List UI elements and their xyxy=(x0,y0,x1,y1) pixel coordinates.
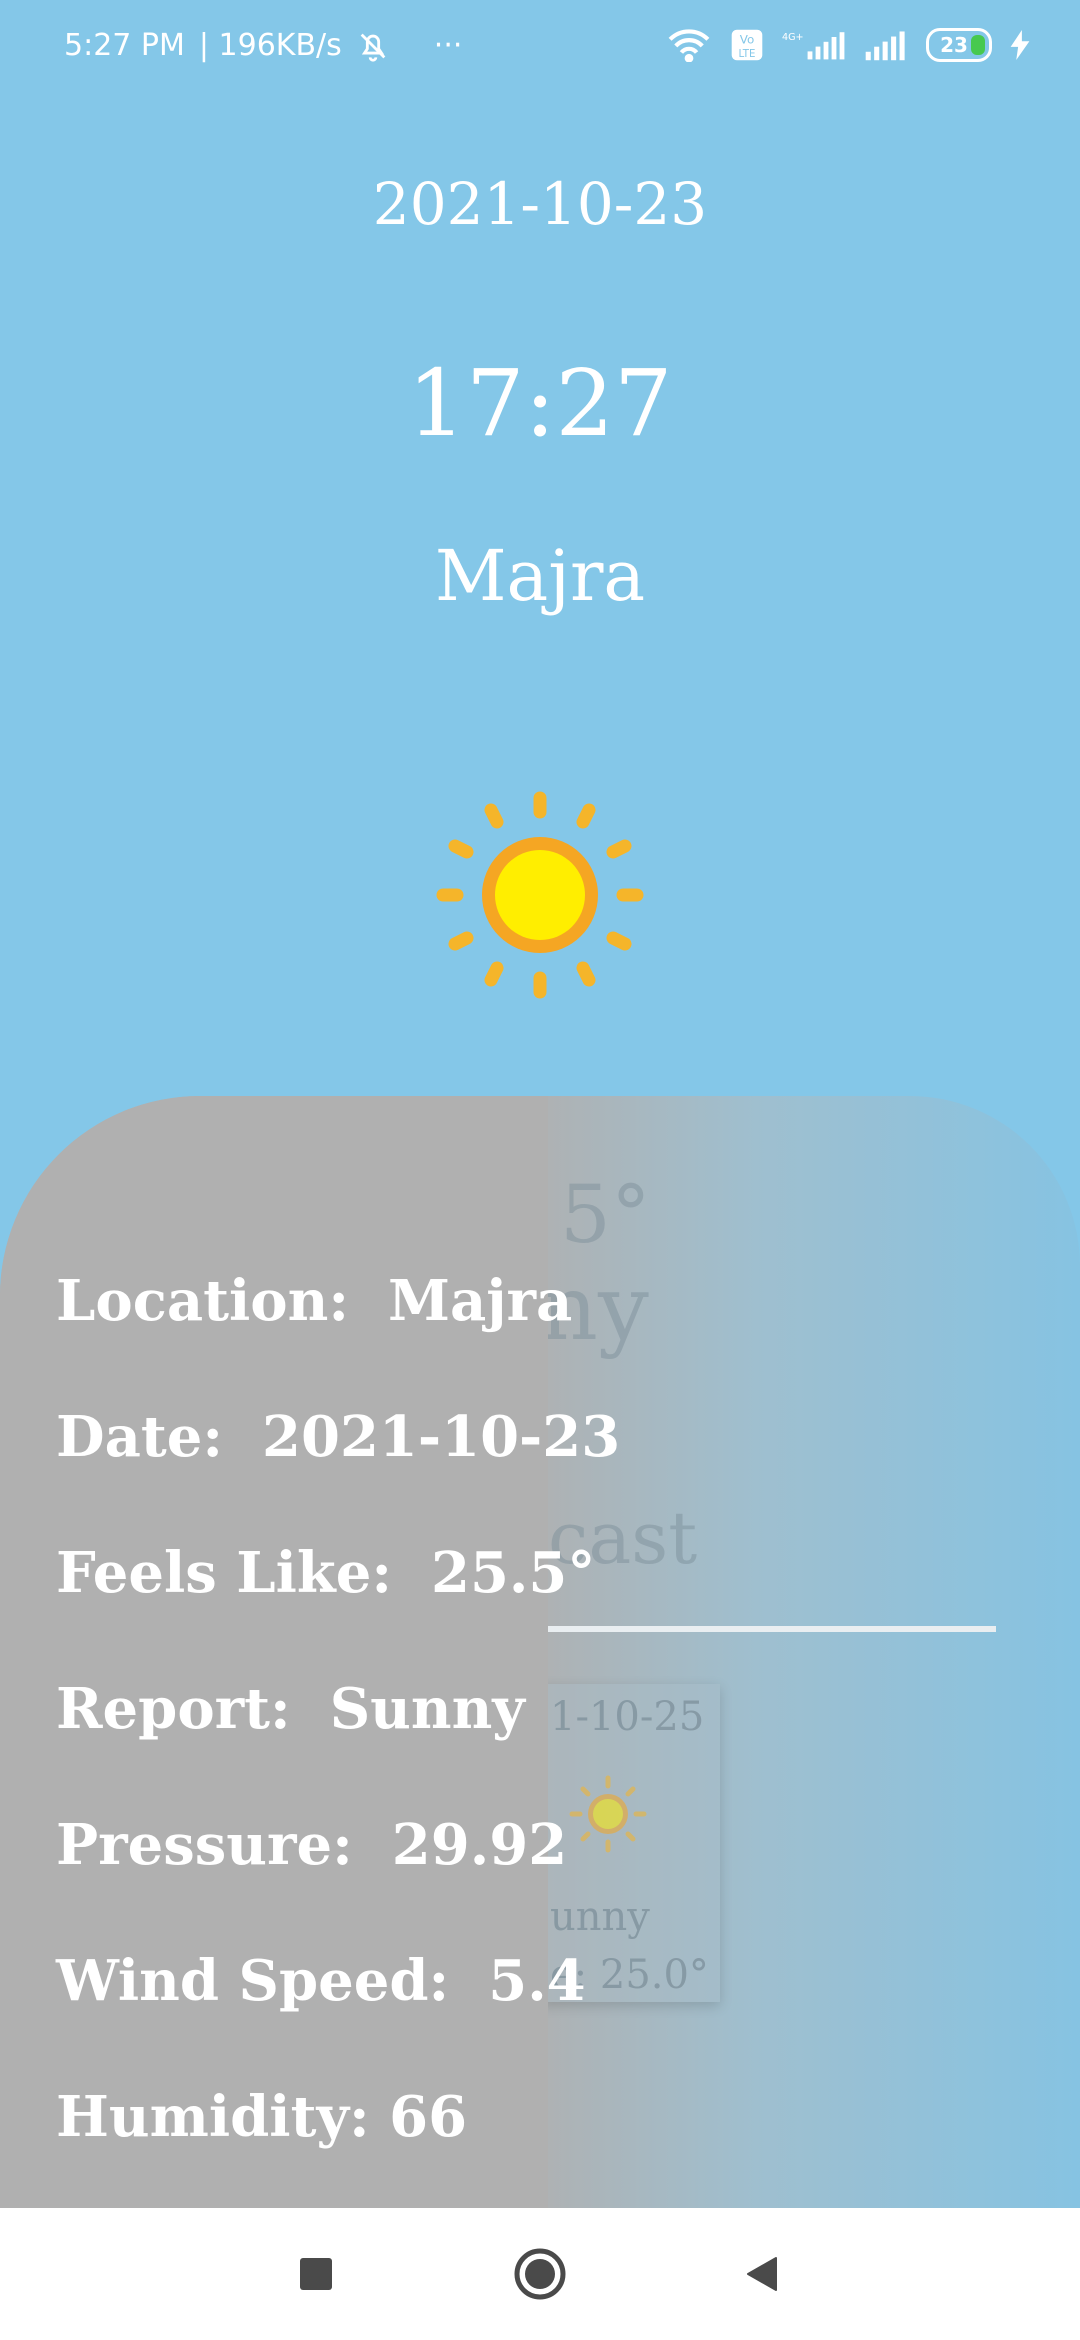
detail-humidity: Humidity: 66 xyxy=(56,2084,468,2150)
detail-report: Report: Sunny xyxy=(56,1676,525,1742)
current-time: 17:27 xyxy=(407,350,673,457)
city-name: Majra xyxy=(434,535,646,617)
recent-apps-button[interactable] xyxy=(284,2242,348,2306)
details-panel: Location: Majra Date: 2021-10-23 Feels L… xyxy=(0,1096,620,2208)
battery-icon: 23 xyxy=(926,28,992,62)
triangle-icon xyxy=(747,2257,777,2291)
temperature-partial: 5° xyxy=(560,1168,651,1261)
signal-icon xyxy=(864,28,908,62)
status-bar: 5:27 PM | 196KB/s ··· Vo LTE 4G+ 23 xyxy=(0,0,1080,100)
more-dots: ··· xyxy=(433,28,463,63)
charging-icon xyxy=(1010,30,1030,60)
svg-text:LTE: LTE xyxy=(739,49,756,60)
home-button[interactable] xyxy=(508,2242,572,2306)
detail-pressure: Pressure: 29.92 xyxy=(56,1812,568,1878)
circle-icon xyxy=(514,2248,566,2300)
detail-feels-like: Feels Like: 25.5° xyxy=(56,1540,596,1606)
navigation-bar xyxy=(0,2208,1080,2340)
current-date: 2021-10-23 xyxy=(372,170,708,238)
wifi-icon xyxy=(666,28,712,62)
forecast-sun-icon xyxy=(568,1774,648,1854)
status-time: 5:27 PM xyxy=(64,28,185,63)
detail-date: Date: 2021-10-23 xyxy=(56,1404,621,1470)
detail-location: Location: Majra xyxy=(56,1268,573,1334)
volte-icon: Vo LTE xyxy=(730,28,764,62)
status-speed: | 196KB/s xyxy=(198,28,342,63)
mute-bell-icon xyxy=(356,29,390,63)
back-button[interactable] xyxy=(730,2242,794,2306)
divider xyxy=(540,1626,996,1632)
svg-text:4G+: 4G+ xyxy=(782,32,804,43)
forecast-date: 1-10-25 xyxy=(550,1694,705,1740)
square-icon xyxy=(300,2258,332,2290)
svg-text:Vo: Vo xyxy=(740,32,755,46)
forecast-report: unny xyxy=(550,1894,650,1940)
sun-icon xyxy=(435,790,645,1000)
signal-4g-icon: 4G+ xyxy=(782,28,846,62)
detail-wind-speed: Wind Speed: 5.4 xyxy=(56,1948,586,2014)
